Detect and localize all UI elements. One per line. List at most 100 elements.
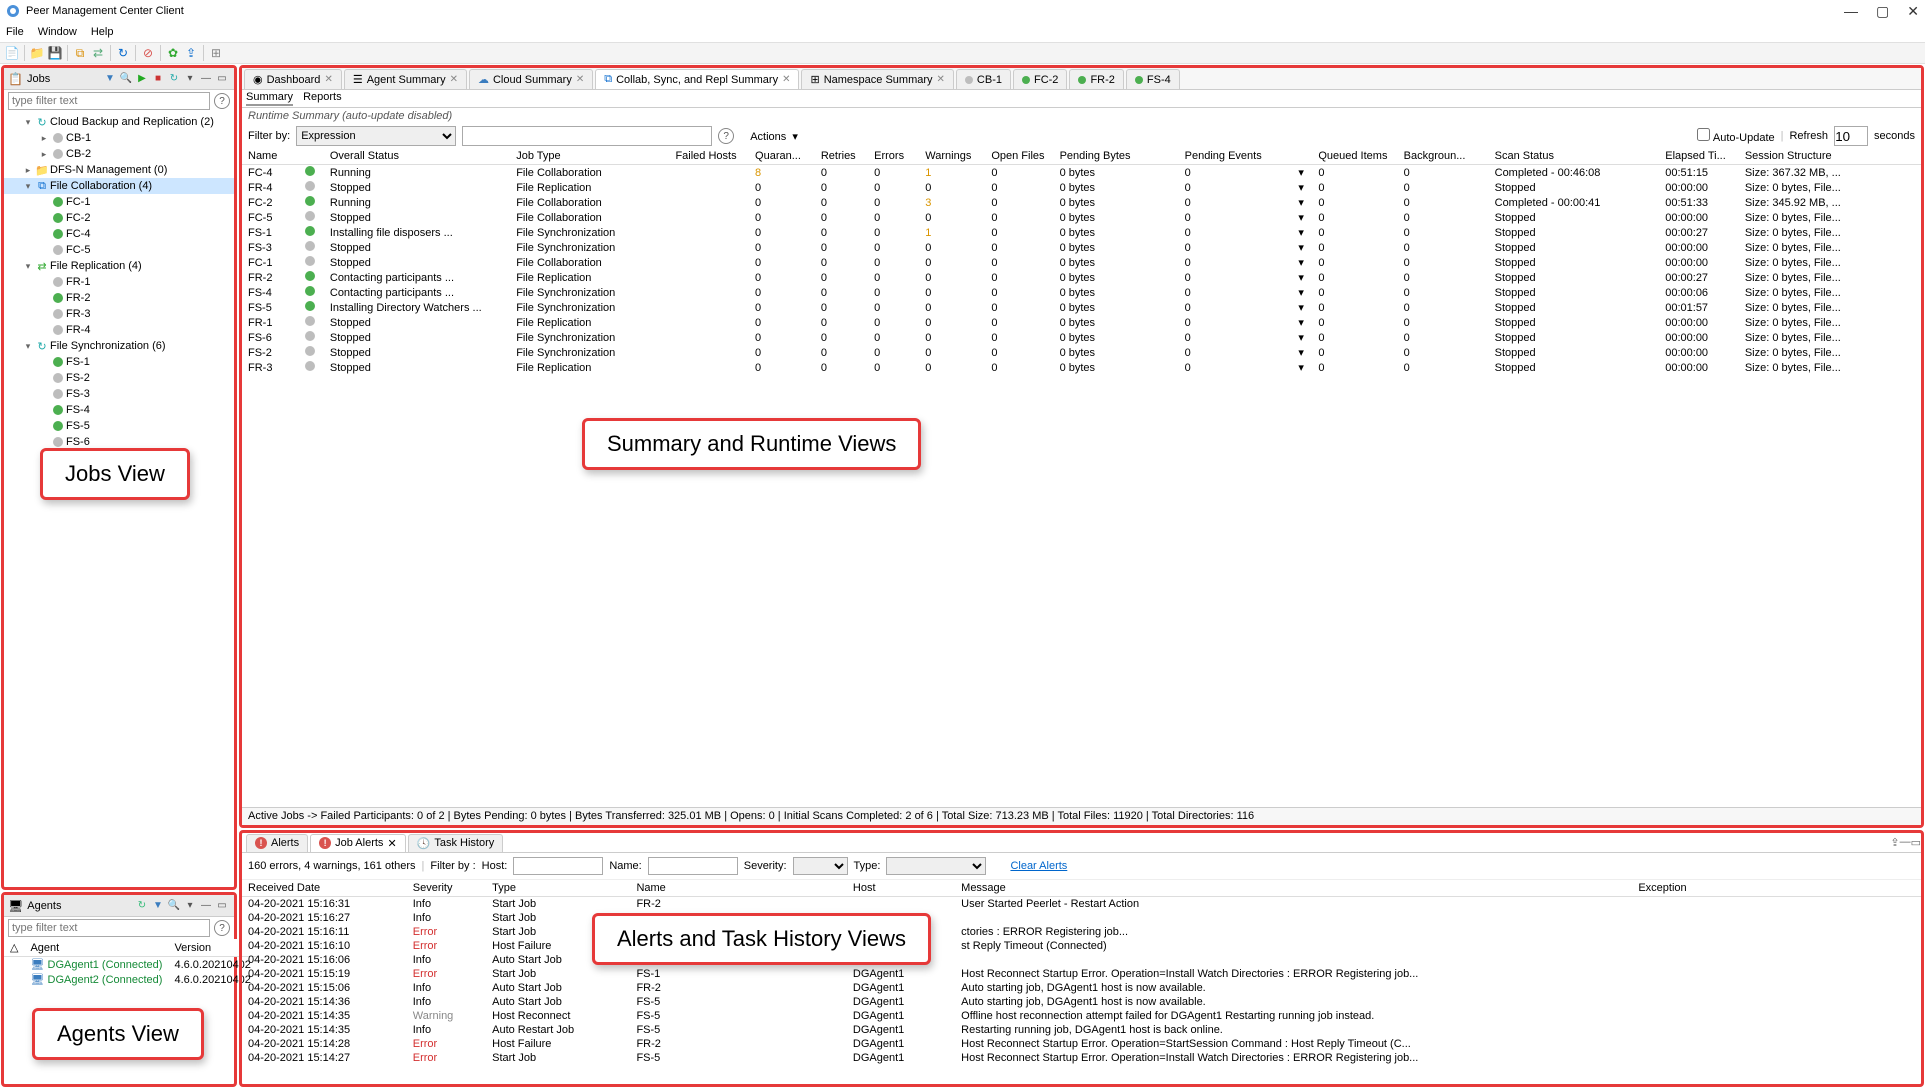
tree-item[interactable]: ▸📁DFS-N Management (0) xyxy=(4,162,234,178)
alert-row[interactable]: 04-20-2021 15:14:36InfoAuto Start JobFS-… xyxy=(242,995,1921,1009)
alerts-tab[interactable]: ! Job Alerts ✕ xyxy=(310,834,406,852)
agents-refresh-icon[interactable]: ↻ xyxy=(134,898,150,914)
tree-item[interactable]: FS-4 xyxy=(4,402,234,418)
job-row[interactable]: FR-4StoppedFile Replication000000 bytes0… xyxy=(242,180,1921,195)
col-header[interactable]: Job Type xyxy=(510,148,669,165)
menu-help[interactable]: Help xyxy=(91,26,114,38)
filter-by-select[interactable]: Expression xyxy=(296,126,456,146)
refresh-interval-input[interactable] xyxy=(1834,126,1868,146)
alert-row[interactable]: 04-20-2021 15:15:06InfoAuto Start JobFR-… xyxy=(242,981,1921,995)
alert-row[interactable]: 04-20-2021 15:14:27ErrorStart JobFS-5DGA… xyxy=(242,1051,1921,1065)
close-icon[interactable]: ✕ xyxy=(782,74,790,85)
alert-row[interactable]: 04-20-2021 15:14:35WarningHost Reconnect… xyxy=(242,1009,1921,1023)
twisty-icon[interactable]: ▸ xyxy=(38,149,50,160)
export-icon[interactable]: ⇪ xyxy=(183,45,199,61)
subtab-summary[interactable]: Summary xyxy=(246,91,293,106)
alert-row[interactable]: 04-20-2021 15:16:27InfoStart JobFS-4 xyxy=(242,911,1921,925)
tab-agent-summary[interactable]: ☰ Agent Summary ✕ xyxy=(344,69,467,89)
filter-funnel-icon[interactable]: ▼ xyxy=(102,71,118,87)
agent-row[interactable]: 🖥 DGAgent2 (Connected)4.6.0.20210402 xyxy=(4,972,257,987)
twisty-icon[interactable]: ▾ xyxy=(22,341,34,352)
col-header[interactable]: Warnings xyxy=(919,148,985,165)
tab-cb-1[interactable]: CB-1 xyxy=(956,69,1011,89)
job-row[interactable]: FC-4RunningFile Collaboration800100 byte… xyxy=(242,165,1921,181)
runtime-grid[interactable]: NameOverall StatusJob TypeFailed HostsQu… xyxy=(242,148,1921,807)
twisty-icon[interactable]: ▾ xyxy=(22,181,34,192)
tree-item[interactable]: FC-1 xyxy=(4,194,234,210)
col-header[interactable]: Pending Events xyxy=(1179,148,1293,165)
job-row[interactable]: FR-1StoppedFile Replication000000 bytes0… xyxy=(242,315,1921,330)
agents-sort-icon[interactable]: △ xyxy=(4,939,24,957)
col-header[interactable]: Open Files xyxy=(985,148,1053,165)
col-header[interactable]: Elapsed Ti... xyxy=(1659,148,1739,165)
close-icon[interactable]: ✕ xyxy=(450,74,458,85)
close-icon[interactable]: ✕ xyxy=(576,74,584,85)
tab-fs-4[interactable]: FS-4 xyxy=(1126,69,1180,89)
alerts-min-icon[interactable]: — xyxy=(1900,836,1911,849)
alerts-col-header[interactable]: Exception xyxy=(1632,880,1921,897)
col-header[interactable]: Overall Status xyxy=(324,148,510,165)
tree-item[interactable]: ▾↻File Synchronization (6) xyxy=(4,338,234,354)
tab-fc-2[interactable]: FC-2 xyxy=(1013,69,1067,89)
tree-item[interactable]: ▸CB-2 xyxy=(4,146,234,162)
tool2-icon[interactable]: ⇄ xyxy=(90,45,106,61)
alerts-name-input[interactable] xyxy=(648,857,738,875)
col-header[interactable]: Session Structure xyxy=(1739,148,1921,165)
tree-item[interactable]: ▾↻Cloud Backup and Replication (2) xyxy=(4,114,234,130)
clear-alerts-link[interactable]: Clear Alerts xyxy=(1010,860,1067,872)
agent-row[interactable]: 🖥 DGAgent1 (Connected)4.6.0.20210402 xyxy=(4,957,257,973)
alerts-severity-select[interactable] xyxy=(793,857,848,875)
agents-scrollbar[interactable] xyxy=(4,987,234,1003)
alerts-col-header[interactable]: Type xyxy=(486,880,630,897)
minimize-view-icon[interactable]: — xyxy=(198,71,214,87)
twisty-icon[interactable]: ▸ xyxy=(38,133,50,144)
alerts-max-icon[interactable]: ▭ xyxy=(1911,836,1921,849)
job-row[interactable]: FC-5StoppedFile Collaboration000000 byte… xyxy=(242,210,1921,225)
tree-item[interactable]: FR-3 xyxy=(4,306,234,322)
job-row[interactable]: FS-3StoppedFile Synchronization000000 by… xyxy=(242,240,1921,255)
col-header[interactable]: Name xyxy=(242,148,299,165)
alerts-tab[interactable]: ! Alerts xyxy=(246,834,308,852)
twisty-icon[interactable]: ▸ xyxy=(22,165,34,176)
close-icon[interactable]: ✕ xyxy=(937,74,945,85)
minimize-button[interactable]: — xyxy=(1844,3,1858,20)
view-menu-icon[interactable]: ▾ xyxy=(182,71,198,87)
tree-item[interactable]: FR-1 xyxy=(4,274,234,290)
tool1-icon[interactable]: ⧉ xyxy=(72,45,88,61)
agents-filter-input[interactable] xyxy=(8,919,210,937)
tab-namespace-summary[interactable]: ⊞ Namespace Summary ✕ xyxy=(801,69,953,89)
tree-item[interactable]: ▾⇄File Replication (4) xyxy=(4,258,234,274)
alert-row[interactable]: 04-20-2021 15:16:10ErrorHost FailureFS-4… xyxy=(242,939,1921,953)
warning-icon[interactable]: ⊘ xyxy=(140,45,156,61)
alerts-tab[interactable]: 🕓 Task History xyxy=(408,834,504,852)
twisty-icon[interactable]: ▾ xyxy=(22,261,34,272)
alert-row[interactable]: 04-20-2021 15:14:28ErrorHost FailureFR-2… xyxy=(242,1037,1921,1051)
tree-item[interactable]: FS-1 xyxy=(4,354,234,370)
col-header[interactable]: Backgroun... xyxy=(1398,148,1489,165)
tab-dashboard[interactable]: ◉ Dashboard ✕ xyxy=(244,69,342,89)
jobs-tree[interactable]: ▾↻Cloud Backup and Replication (2)▸CB-1▸… xyxy=(4,112,234,452)
new-icon[interactable]: 📄 xyxy=(4,45,20,61)
agents-help-icon[interactable]: ? xyxy=(214,920,230,936)
auto-update-checkbox[interactable]: Auto-Update xyxy=(1697,128,1774,144)
col-header[interactable]: Failed Hosts xyxy=(669,148,749,165)
tab-collab-sync-and-repl-summary[interactable]: ⧉ Collab, Sync, and Repl Summary ✕ xyxy=(595,69,799,89)
alerts-grid[interactable]: Received DateSeverityTypeNameHostMessage… xyxy=(242,880,1921,1084)
job-row[interactable]: FS-2StoppedFile Synchronization000000 by… xyxy=(242,345,1921,360)
alerts-export-icon[interactable]: ⇪ xyxy=(1890,836,1899,849)
alerts-col-header[interactable]: Host xyxy=(847,880,955,897)
tree-item[interactable]: ▾⧉File Collaboration (4) xyxy=(4,178,234,194)
tree-item[interactable]: FR-2 xyxy=(4,290,234,306)
tree-item[interactable]: FC-4 xyxy=(4,226,234,242)
alerts-host-input[interactable] xyxy=(513,857,603,875)
search-icon[interactable]: 🔍 xyxy=(118,71,134,87)
alerts-col-header[interactable]: Received Date xyxy=(242,880,407,897)
col-header[interactable] xyxy=(1292,148,1312,165)
job-row[interactable]: FC-2RunningFile Collaboration000300 byte… xyxy=(242,195,1921,210)
job-row[interactable]: FS-6StoppedFile Synchronization000000 by… xyxy=(242,330,1921,345)
col-header[interactable]: Scan Status xyxy=(1489,148,1660,165)
menu-file[interactable]: File xyxy=(6,26,24,38)
sync-icon[interactable]: ↻ xyxy=(166,71,182,87)
job-row[interactable]: FS-5Installing Directory Watchers ...Fil… xyxy=(242,300,1921,315)
subtab-reports[interactable]: Reports xyxy=(303,91,342,106)
